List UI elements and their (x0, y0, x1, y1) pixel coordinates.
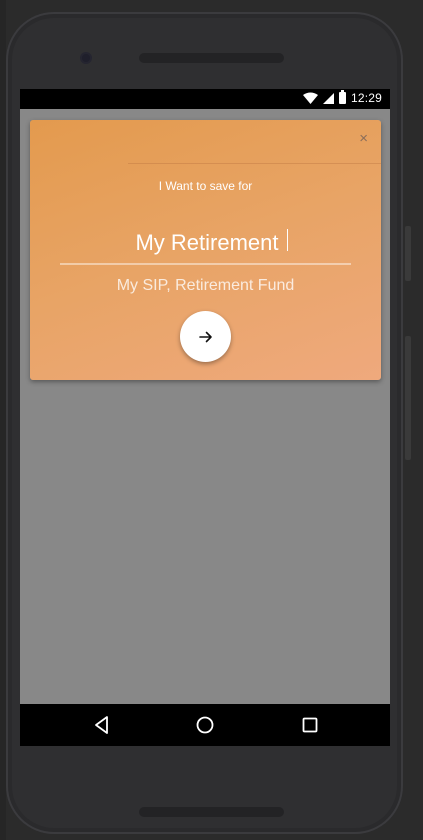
earpiece-speaker (139, 53, 284, 63)
status-bar: 12:29 (20, 89, 390, 109)
volume-button[interactable] (405, 226, 411, 281)
goal-hint: My SIP, Retirement Fund (116, 277, 295, 294)
close-icon[interactable]: × (359, 131, 368, 147)
wifi-icon (302, 92, 318, 104)
next-button[interactable] (180, 311, 231, 362)
status-icons: 12:29 (302, 90, 382, 105)
status-time: 12:29 (350, 91, 382, 105)
front-camera (82, 54, 90, 62)
text-cursor (287, 229, 288, 251)
bottom-speaker (139, 807, 284, 817)
power-button[interactable] (405, 336, 411, 460)
battery-icon (338, 90, 346, 104)
recents-icon[interactable] (299, 714, 321, 736)
arrow-right-icon (198, 331, 212, 342)
back-icon[interactable] (91, 714, 113, 736)
dialog-divider (128, 163, 381, 164)
goal-input[interactable] (60, 225, 354, 261)
device-screen: 12:29 × I Want to save for My SIP, Retir… (20, 89, 390, 746)
goal-dialog: × I Want to save for My SIP, Retirement … (30, 120, 381, 380)
home-icon[interactable] (194, 714, 216, 736)
dialog-label: I Want to save for (158, 179, 253, 193)
signal-icon (322, 92, 334, 104)
input-underline (60, 263, 351, 265)
navigation-bar (20, 704, 390, 746)
